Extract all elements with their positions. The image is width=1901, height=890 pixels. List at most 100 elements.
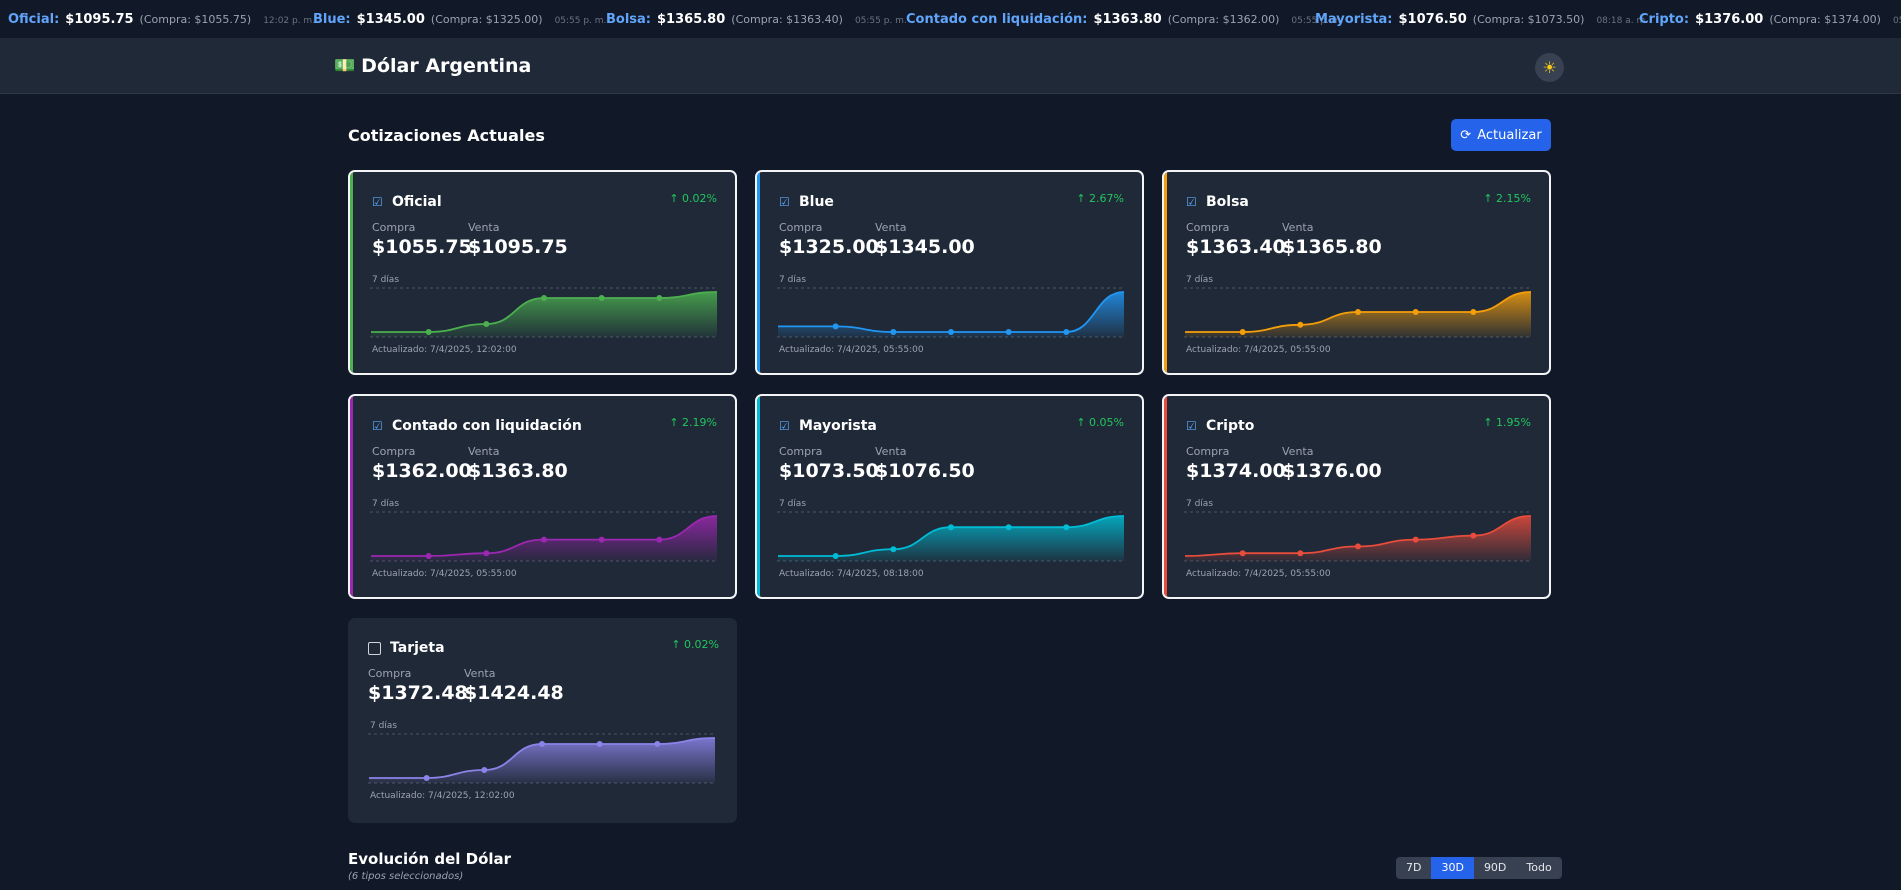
sparkline-point <box>1063 329 1070 335</box>
checkbox-checked-icon[interactable]: ☑ <box>372 196 385 209</box>
price-ticker: Oficial: $1095.75 (Compra: $1055.75) 12:… <box>0 0 1901 39</box>
checkbox-checked-icon[interactable]: ☑ <box>1186 420 1199 433</box>
sell-value: $1095.75 <box>468 236 568 258</box>
sparkline-point <box>1297 550 1304 557</box>
ticker-name: Bolsa: <box>606 12 652 27</box>
buy-label: Compra <box>779 445 823 458</box>
sparkline-point <box>656 295 663 301</box>
sell-label: Venta <box>468 221 500 234</box>
sparkline-point <box>481 767 488 773</box>
sparkline-chart <box>1184 287 1532 338</box>
sell-label: Venta <box>875 445 907 458</box>
ticker-item-ccl: Contado con liquidación: $1363.80 (Compr… <box>906 12 1343 27</box>
app-title: Dólar Argentina <box>361 55 532 77</box>
card-accent <box>757 396 760 597</box>
ticker-buy: (Compra: $1362.00) <box>1167 13 1280 26</box>
rate-card[interactable]: ☑ Oficial ↑ 0.02% Compra Venta $1055.75 $1095.… <box>348 170 737 375</box>
range-90d-button[interactable]: 90D <box>1474 857 1516 879</box>
sell-label: Venta <box>1282 445 1314 458</box>
ticker-name: Oficial: <box>8 12 60 27</box>
card-title: Mayorista <box>799 418 877 434</box>
card-title: Bolsa <box>1206 194 1249 210</box>
ticker-name: Contado con liquidación: <box>906 12 1088 27</box>
sparkline-chart <box>1184 511 1532 562</box>
ticker-value: $1376.00 <box>1695 12 1764 27</box>
buy-label: Compra <box>779 221 823 234</box>
range-selector: 7D 30D 90D Todo <box>1396 857 1562 879</box>
checkbox-checked-icon[interactable]: ☑ <box>779 420 792 433</box>
sparkline-point <box>425 329 432 335</box>
sparkline-point <box>1355 543 1361 550</box>
sparkline-point <box>948 524 954 531</box>
card-title: Oficial <box>392 194 442 210</box>
ticker-time: 12:02 p. m. <box>263 16 316 26</box>
updated-timestamp: Actualizado: 7/4/2025, 05:55:00 <box>372 569 517 579</box>
range-30d-button[interactable]: 30D <box>1431 857 1474 879</box>
buy-value: $1073.50 <box>779 460 879 482</box>
sparkline-point <box>423 775 430 781</box>
ticker-value: $1345.00 <box>356 12 425 27</box>
rate-card[interactable]: ☑ Bolsa ↑ 2.15% Compra Venta $1363.40 $1365.80… <box>1162 170 1551 375</box>
ticker-buy: (Compra: $1073.50) <box>1472 13 1585 26</box>
buy-value: $1325.00 <box>779 236 879 258</box>
card-title: Contado con liquidación <box>392 418 582 434</box>
theme-toggle-button[interactable]: ☀ <box>1535 53 1564 82</box>
card-title: Cripto <box>1206 418 1255 434</box>
range-7d-button[interactable]: 7D <box>1396 857 1431 879</box>
sell-label: Venta <box>468 445 500 458</box>
change-value: 0.02% <box>684 638 719 651</box>
sparkline-point <box>654 741 661 747</box>
card-accent <box>350 172 353 373</box>
ticker-item-cripto: Cripto: $1376.00 (Compra: $1374.00) 05:5… <box>1639 12 1901 27</box>
sparkline-point <box>425 553 432 559</box>
updated-timestamp: Actualizado: 7/4/2025, 05:55:00 <box>1186 569 1331 579</box>
rate-card[interactable]: ☑ Blue ↑ 2.67% Compra Venta $1325.00 $1345.00 7… <box>755 170 1144 375</box>
sparkline-point <box>1239 550 1246 557</box>
change-badge: ↑ 2.67% <box>1076 192 1124 205</box>
ticker-time: 05:55 p. m. <box>1892 16 1901 26</box>
rate-card[interactable]: ☑ Contado con liquidación ↑ 2.19% Compra Ven… <box>348 394 737 599</box>
checkbox-checked-icon[interactable]: ☑ <box>372 420 385 433</box>
change-badge: ↑ 1.95% <box>1483 416 1531 429</box>
rate-card[interactable]: ☑ Cripto ↑ 1.95% Compra Venta $1374.00 $1376.0… <box>1162 394 1551 599</box>
sell-label: Venta <box>875 221 907 234</box>
sparkline-point <box>1412 309 1419 315</box>
ticker-value: $1076.50 <box>1398 12 1467 27</box>
buy-label: Compra <box>372 221 416 234</box>
sparkline-point <box>656 536 663 543</box>
ticker-value: $1095.75 <box>65 12 134 27</box>
refresh-button[interactable]: ⟳ Actualizar <box>1451 119 1551 151</box>
banknote-icon: 💵 <box>334 56 356 76</box>
range-all-button[interactable]: Todo <box>1516 857 1561 879</box>
section-title: Cotizaciones Actuales <box>348 126 545 145</box>
ticker-name: Blue: <box>313 12 351 27</box>
sparkline-point <box>890 546 897 553</box>
checkbox-checked-icon[interactable]: ☑ <box>779 196 792 209</box>
sell-value: $1376.00 <box>1282 460 1382 482</box>
checkbox-checked-icon[interactable]: ☑ <box>1186 196 1199 209</box>
brand: 💵 Dólar Argentina <box>334 55 531 77</box>
rate-card[interactable]: ☑ Mayorista ↑ 0.05% Compra Venta $1073.50 $107… <box>755 394 1144 599</box>
ticker-time: 05:55 p. m. <box>554 16 607 26</box>
ticker-item-bolsa: Bolsa: $1365.80 (Compra: $1363.40) 05:55… <box>606 12 907 27</box>
buy-value: $1363.40 <box>1186 236 1286 258</box>
rate-card[interactable]: Tarjeta ↑ 0.02% Compra Venta $1372.48 $1424.4… <box>348 618 737 823</box>
sell-value: $1365.80 <box>1282 236 1382 258</box>
sparkline-point <box>1412 536 1419 543</box>
change-badge: ↑ 0.02% <box>671 638 719 651</box>
sparkline-point <box>1005 524 1012 531</box>
sparkline-point <box>832 323 839 330</box>
sparkline-point <box>483 321 490 327</box>
change-badge: ↑ 2.15% <box>1483 192 1531 205</box>
card-accent <box>350 396 353 597</box>
sparkline-point <box>1239 329 1246 335</box>
updated-timestamp: Actualizado: 7/4/2025, 05:55:00 <box>1186 345 1331 355</box>
checkbox-unchecked-icon[interactable] <box>368 642 381 655</box>
buy-value: $1362.00 <box>372 460 472 482</box>
change-value: 2.67% <box>1089 192 1124 205</box>
sparkline-chart <box>370 287 718 338</box>
ticker-buy: (Compra: $1325.00) <box>430 13 543 26</box>
refresh-label: Actualizar <box>1477 127 1542 143</box>
ticker-value: $1363.80 <box>1093 12 1162 27</box>
sparkline-point <box>1005 329 1012 335</box>
